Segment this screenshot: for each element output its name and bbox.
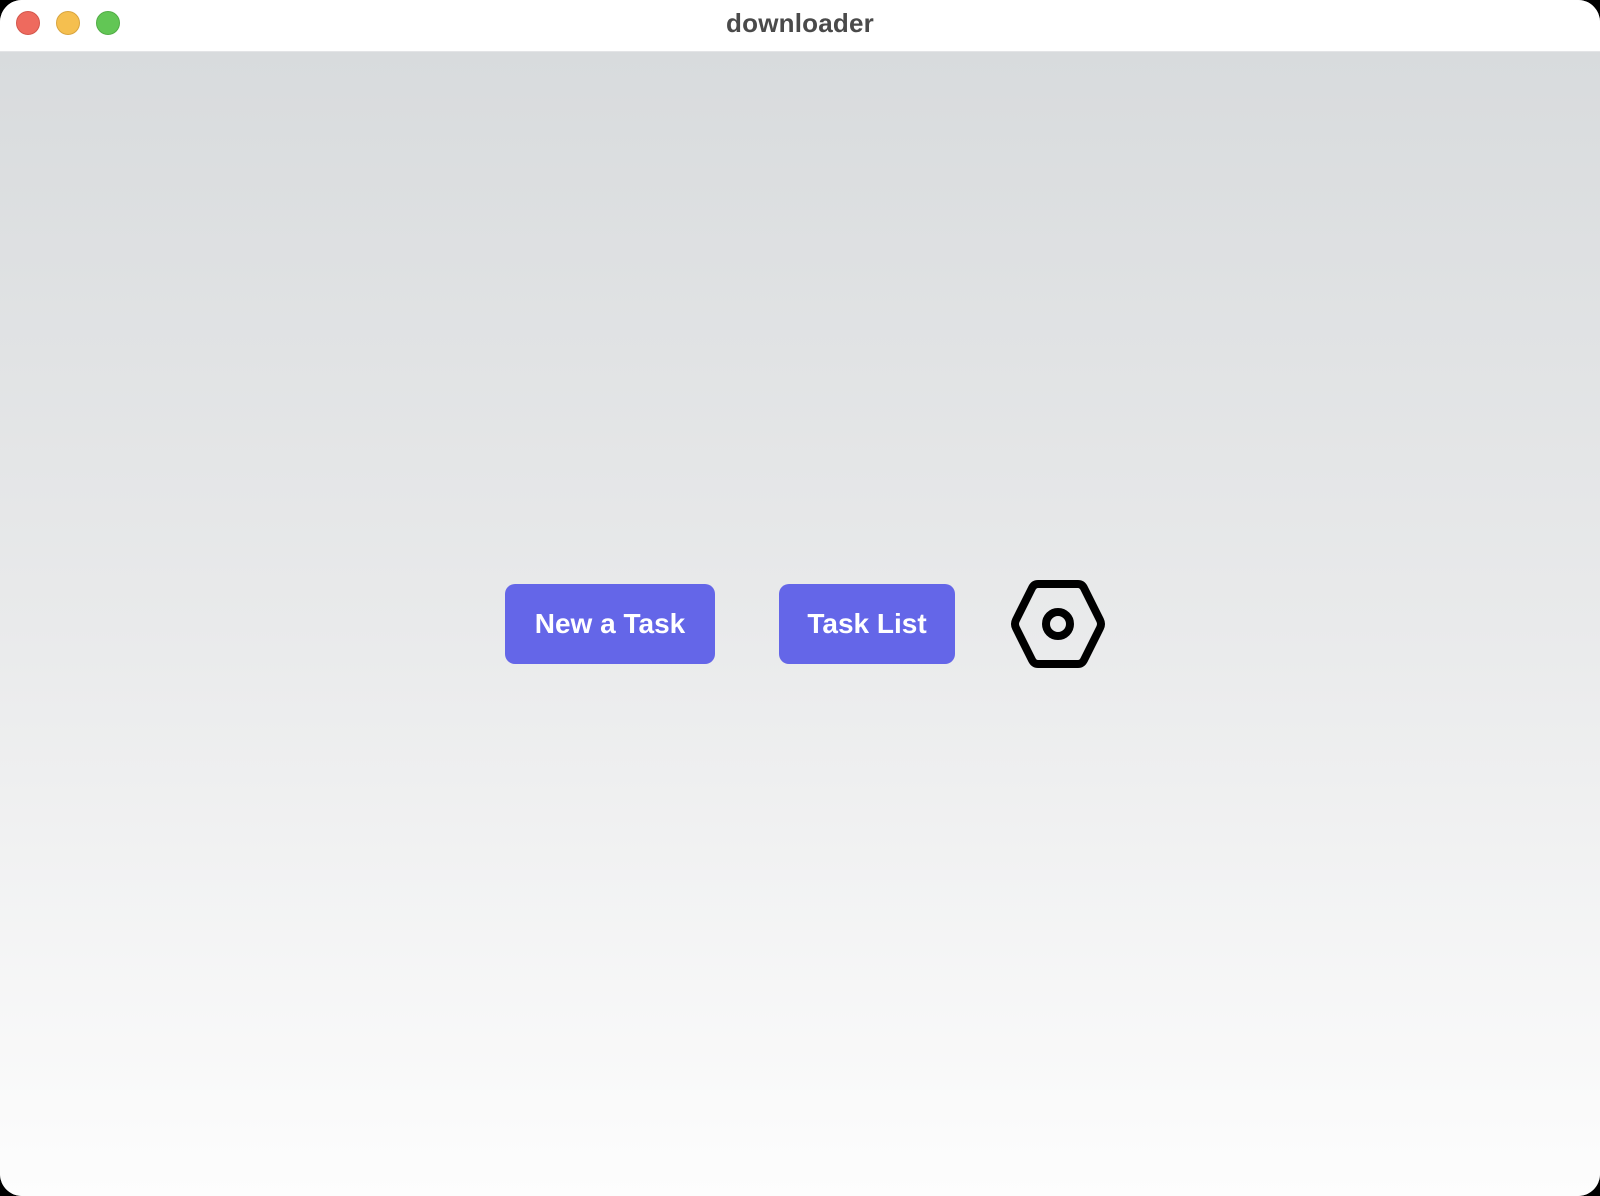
app-window: downloader New a Task Task List: [0, 0, 1600, 1196]
new-task-button[interactable]: New a Task: [505, 584, 715, 664]
settings-button[interactable]: [1010, 578, 1106, 670]
task-list-button[interactable]: Task List: [779, 584, 955, 664]
title-bar[interactable]: downloader: [0, 0, 1600, 52]
main-content: New a Task Task List: [0, 52, 1600, 1196]
settings-gear-icon: [1011, 580, 1105, 668]
window-title: downloader: [726, 8, 874, 38]
